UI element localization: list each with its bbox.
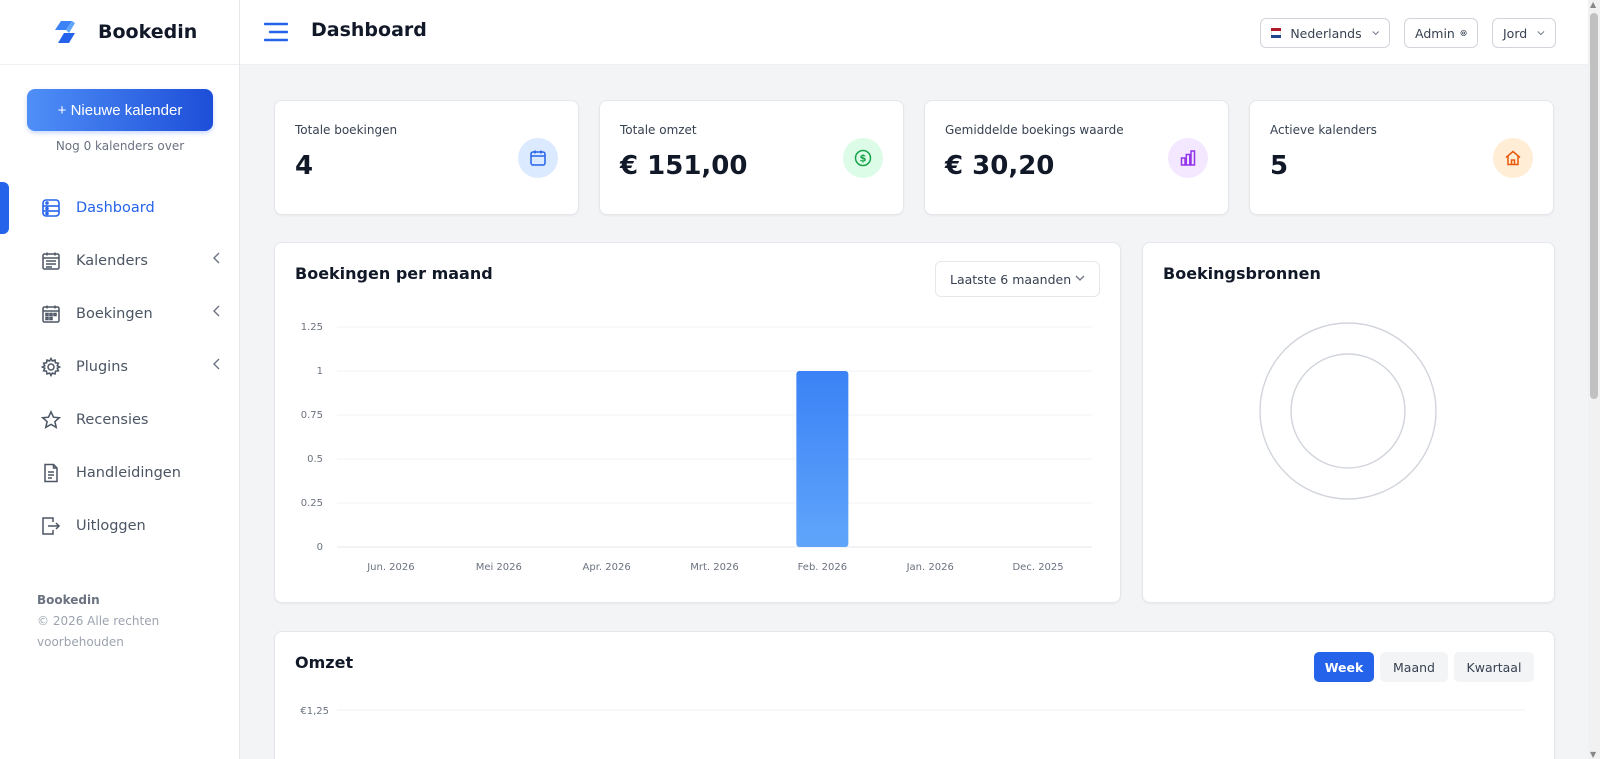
admin-label: Admin [1415,25,1455,41]
sidebar-item-label: Kalenders [76,252,148,269]
footer-brand: Bookedin [37,593,100,607]
stat-card-total-bookings: Totale boekingen 4 [274,100,579,215]
language-label: Nederlands [1290,25,1362,41]
y-tick-label: 0.25 [301,498,323,509]
sidebar-item-handleidingen[interactable]: Handleidingen [0,446,240,499]
chevron-left-icon [213,252,220,264]
user-menu[interactable]: Jord [1492,18,1556,48]
sidebar-item-label: Recensies [76,411,149,428]
new-calendar-button[interactable]: + Nieuwe kalender [27,89,213,131]
gear-icon [1460,29,1467,37]
brand[interactable]: Bookedin [0,0,239,65]
chevron-down-icon [1372,31,1379,36]
x-tick-label: Jan. 2026 [906,562,954,573]
sidebar-item-label: Uitloggen [76,517,146,534]
svg-text:$: $ [860,154,867,165]
dollar-icon: $ [843,138,883,178]
chevron-left-icon [213,305,220,317]
logout-icon [40,515,62,537]
remaining-calendars-text: Nog 0 kalenders over [55,139,185,153]
document-icon [40,462,62,484]
sidebar-item-dashboard[interactable]: Dashboard [0,181,240,234]
scrollbar-thumb[interactable] [1590,13,1598,399]
gear-icon [40,356,62,378]
admin-button[interactable]: Admin [1404,18,1478,48]
sidebar: Bookedin + Nieuwe kalender Nog 0 kalende… [0,0,240,759]
chevron-left-icon [213,358,220,370]
sidebar-item-label: Plugins [76,358,128,375]
bookedin-logo-icon [55,21,75,43]
stat-value: 5 [1270,151,1289,181]
page-title: Dashboard [311,19,427,41]
stat-value: € 30,20 [945,151,1055,181]
stat-value: € 151,00 [620,151,748,181]
x-tick-label: Apr. 2026 [583,562,631,573]
netherlands-flag-icon [1271,28,1282,38]
y-tick-label: 0 [317,542,323,553]
chevron-down-icon [1537,31,1545,36]
star-icon [40,409,62,431]
language-selector[interactable]: Nederlands [1260,18,1390,48]
stat-card-average-booking-value: Gemiddelde boekings waarde € 30,20 [924,100,1229,215]
sidebar-item-label: Handleidingen [76,464,181,481]
x-tick-label: Mrt. 2026 [690,562,738,573]
x-tick-label: Jun. 2026 [366,562,414,573]
bar[interactable] [796,371,849,547]
stat-label: Gemiddelde boekings waarde [945,123,1124,137]
sidebar-item-plugins[interactable]: Plugins [0,340,240,393]
stat-label: Actieve kalenders [1270,123,1377,137]
sidebar-item-label: Dashboard [76,199,155,216]
x-tick-label: Feb. 2026 [798,562,848,573]
bookings-bar-chart: 0 0.25 0.5 0.75 1 1.25 Jun. 2026 Mei 2026 Apr. 2… [301,322,1092,573]
bookings-icon [40,303,62,325]
bookings-per-month-card: Boekingen per maand Laatste 6 maanden 00… [274,242,1121,603]
scrollbar[interactable]: ▲ ▼ [1588,0,1600,759]
stat-value: 4 [295,151,314,181]
booking-sources-donut [1259,322,1437,500]
sidebar-item-uitloggen[interactable]: Uitloggen [0,499,240,552]
x-tick-label: Mei 2026 [476,562,522,573]
user-label: Jord [1503,25,1528,41]
revenue-line-chart: €1,25 [300,706,1525,717]
sidebar-item-boekingen[interactable]: Boekingen [0,287,240,340]
sidebar-item-kalenders[interactable]: Kalenders [0,234,240,287]
hamburger-menu-icon[interactable] [264,22,288,42]
y-tick-label: 0.5 [307,454,323,465]
stat-label: Totale omzet [620,123,697,137]
y-tick-label: 0.75 [301,410,323,421]
booking-sources-card: Boekingsbronnen [1142,242,1555,603]
sidebar-item-label: Boekingen [76,305,153,322]
calendar-icon [518,138,558,178]
scroll-up-arrow-icon[interactable]: ▲ [1590,0,1596,9]
bar-chart-icon [1168,138,1208,178]
dashboard-icon [40,197,62,219]
y-tick-label: 1.25 [301,322,323,333]
x-tick-label: Dec. 2025 [1012,562,1063,573]
stat-card-total-revenue: Totale omzet € 151,00 $ [599,100,904,215]
sidebar-nav: Dashboard Kalenders Boekingen Plugins Re… [0,181,240,552]
sidebar-item-recensies[interactable]: Recensies [0,393,240,446]
y-tick-label: 1 [317,366,323,377]
sidebar-footer: Bookedin © 2026 Alle rechten voorbehoude… [37,590,197,653]
calendar-icon [40,250,62,272]
revenue-card: Omzet Week Maand Kwartaal €1,25 [274,631,1555,759]
stat-card-active-calendars: Actieve kalenders 5 [1249,100,1554,215]
stat-label: Totale boekingen [295,123,398,137]
home-icon [1493,138,1533,178]
footer-copyright: © 2026 Alle rechten voorbehouden [37,614,160,649]
brand-name: Bookedin [98,21,198,43]
topbar: Dashboard Nederlands Admin Jord [240,0,1588,65]
y-tick-label: €1,25 [300,706,329,717]
scroll-down-arrow-icon[interactable]: ▼ [1590,750,1596,759]
